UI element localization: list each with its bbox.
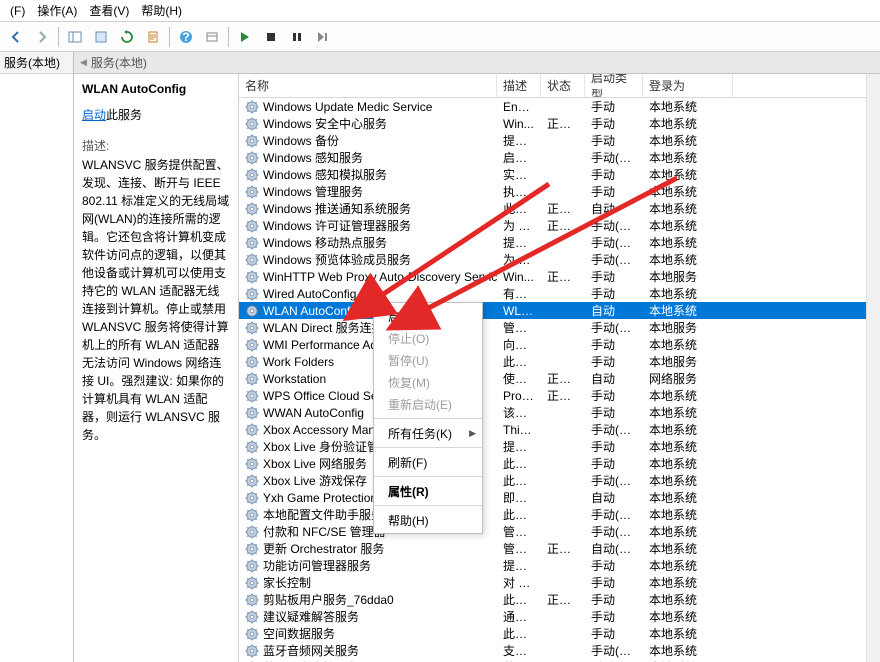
tb-restart[interactable] xyxy=(311,25,335,49)
back-button[interactable] xyxy=(4,25,28,49)
detail-desc-label: 描述: xyxy=(82,137,230,154)
start-service-link[interactable]: 启动 xyxy=(82,108,106,122)
tb-play[interactable] xyxy=(233,25,257,49)
svg-text:?: ? xyxy=(182,30,189,44)
menu-action[interactable]: 操作(A) xyxy=(31,0,83,21)
menu-view[interactable]: 查看(V) xyxy=(83,0,135,21)
annotation-arrows xyxy=(239,74,879,662)
pane-title-tab[interactable]: 服务(本地) xyxy=(74,52,880,74)
tb-pause[interactable] xyxy=(285,25,309,49)
tb-stop[interactable] xyxy=(259,25,283,49)
tb-refresh[interactable] xyxy=(115,25,139,49)
detail-start-line: 启动此服务 xyxy=(82,106,230,123)
toolbar-separator xyxy=(169,27,170,47)
tb-export[interactable] xyxy=(141,25,165,49)
tb-help[interactable]: ? xyxy=(174,25,198,49)
detail-service-name: WLAN AutoConfig xyxy=(82,82,230,96)
tree-root[interactable]: 服务(本地) xyxy=(0,52,73,74)
right-pane: 服务(本地) WLAN AutoConfig 启动此服务 描述: WLANSVC… xyxy=(74,52,880,662)
services-list[interactable]: 名称 描述 状态 启动类型 登录为 Windows Update Medic S… xyxy=(239,74,880,662)
toolbar-separator xyxy=(228,27,229,47)
detail-desc: WLANSVC 服务提供配置、发现、连接、断开与 IEEE 802.11 标准定… xyxy=(82,156,230,444)
tb-btn-3[interactable] xyxy=(200,25,224,49)
toolbar-separator xyxy=(58,27,59,47)
start-suffix: 此服务 xyxy=(106,108,142,122)
menu-help[interactable]: 帮助(H) xyxy=(135,0,188,21)
main-area: 服务(本地) 服务(本地) WLAN AutoConfig 启动此服务 描述: … xyxy=(0,52,880,662)
forward-button[interactable] xyxy=(30,25,54,49)
tb-btn-1[interactable] xyxy=(63,25,87,49)
left-tree[interactable]: 服务(本地) xyxy=(0,52,74,662)
menu-file[interactable]: (F) xyxy=(4,2,31,20)
detail-pane: WLAN AutoConfig 启动此服务 描述: WLANSVC 服务提供配置… xyxy=(74,74,239,662)
pane-title-label: 服务(本地) xyxy=(91,54,147,71)
tb-btn-2[interactable] xyxy=(89,25,113,49)
menubar[interactable]: (F) 操作(A) 查看(V) 帮助(H) xyxy=(0,0,880,22)
toolbar: ? xyxy=(0,22,880,52)
